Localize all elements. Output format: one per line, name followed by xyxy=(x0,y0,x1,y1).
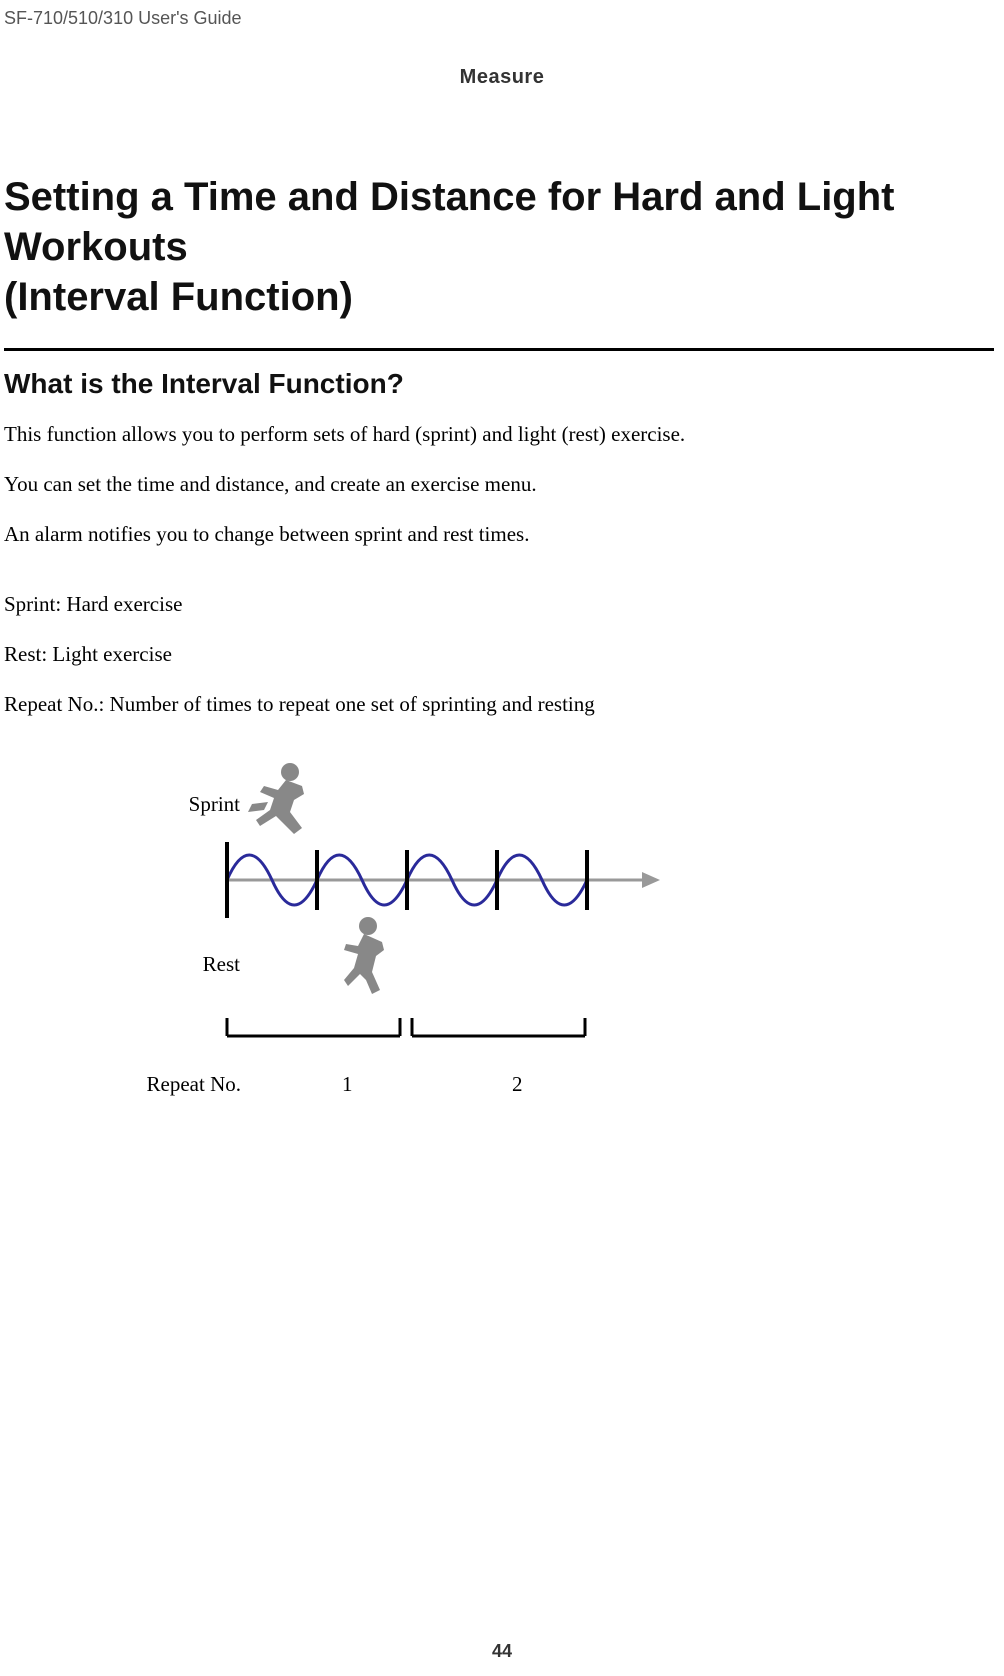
repeat-label: Repeat No. xyxy=(138,1072,241,1097)
sprint-label: Sprint xyxy=(170,792,240,817)
repeat-brackets xyxy=(222,1018,587,1040)
interval-diagram: Sprint Rest Repeat No. 1 2 xyxy=(150,760,800,1150)
paragraph: Sprint: Hard exercise xyxy=(4,592,182,617)
repeat-number-2: 2 xyxy=(512,1072,523,1097)
page-title: Setting a Time and Distance for Hard and… xyxy=(4,172,984,322)
paragraph: You can set the time and distance, and c… xyxy=(4,472,537,497)
header-label: SF-710/510/310 User's Guide xyxy=(4,8,242,29)
paragraph: Repeat No.: Number of times to repeat on… xyxy=(4,692,595,717)
section-label: Measure xyxy=(0,66,1004,89)
paragraph: Rest: Light exercise xyxy=(4,642,172,667)
wave-diagram xyxy=(222,820,662,940)
rest-label: Rest xyxy=(170,952,240,977)
paragraph: An alarm notifies you to change between … xyxy=(4,522,529,547)
page-number: 44 xyxy=(0,1641,1004,1662)
title-line-1: Setting a Time and Distance for Hard and… xyxy=(4,175,895,269)
divider xyxy=(4,348,994,351)
repeat-number-1: 1 xyxy=(342,1072,353,1097)
sub-heading: What is the Interval Function? xyxy=(4,368,404,400)
paragraph: This function allows you to perform sets… xyxy=(4,422,685,447)
title-line-2: (Interval Function) xyxy=(4,275,353,319)
